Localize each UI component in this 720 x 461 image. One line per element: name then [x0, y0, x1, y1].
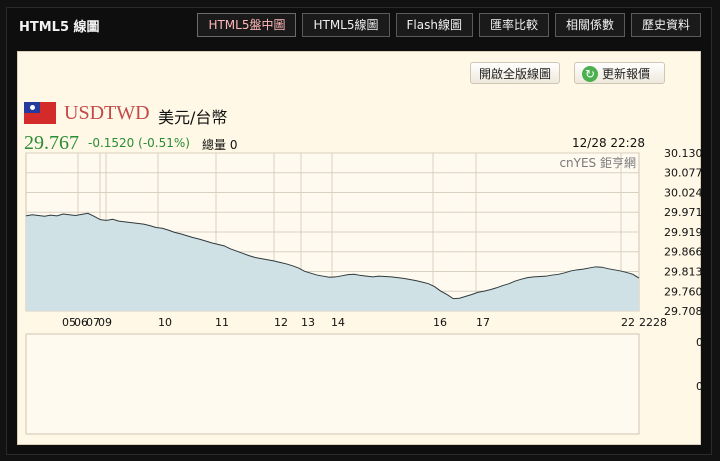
- y-tick-label: 30.1300: [664, 147, 702, 160]
- y-tick-label: 29.8135: [664, 266, 702, 279]
- tab-history[interactable]: 歷史資料: [630, 13, 701, 37]
- x-tick-label: 22: [621, 316, 635, 329]
- volume-axis-zero-bottom: 0: [696, 380, 702, 393]
- volume-chart-area: [25, 333, 640, 435]
- y-tick-label: 30.0773: [664, 167, 702, 180]
- app-title: HTML5 線圖: [19, 20, 100, 35]
- y-axis-ticks: 30.1300 30.0773 30.0245 29.9718 29.9190 29.86…: [664, 147, 702, 318]
- y-tick-label: 29.7607: [664, 285, 702, 298]
- x-axis-ticks: 05060709 10 11 12 13 14 16 17 22 2228: [62, 316, 667, 329]
- y-tick-label: 29.9718: [664, 206, 702, 219]
- tab-correlation[interactable]: 相關係數: [554, 13, 625, 37]
- y-tick-label: 30.0245: [664, 187, 702, 200]
- x-tick-label: 14: [331, 316, 345, 329]
- chart-tabs: HTML5盤中圖 HTML5線圖 Flash線圖 匯率比較 相關係數 歷史資料: [197, 13, 701, 37]
- y-tick-label: 29.8663: [664, 246, 702, 259]
- x-tick-label: 17: [476, 316, 490, 329]
- top-bar: HTML5 線圖 HTML5盤中圖 HTML5線圖 Flash線圖 匯率比較 相…: [7, 8, 711, 42]
- x-tick-label: 2228: [639, 316, 667, 329]
- tab-html5-chart[interactable]: HTML5線圖: [302, 13, 390, 37]
- volume-axis-zero-top: 0: [696, 336, 702, 349]
- tab-flash-chart[interactable]: Flash線圖: [395, 13, 473, 37]
- x-tick-label: 16: [433, 316, 447, 329]
- x-tick-label: 13: [301, 316, 315, 329]
- y-tick-label: 29.9190: [664, 226, 702, 239]
- quote-panel: 開啟全版線圖 ↻ 更新報價 USDTWD 美元/台幣 29.767 -0.152…: [17, 51, 702, 445]
- app-frame: HTML5 線圖 HTML5盤中圖 HTML5線圖 Flash線圖 匯率比較 相…: [6, 7, 712, 455]
- x-tick-label: 11: [215, 316, 229, 329]
- x-tick-label: 12: [274, 316, 288, 329]
- tab-html5-intraday[interactable]: HTML5盤中圖: [197, 13, 297, 37]
- price-chart: 30.1300 30.0773 30.0245 29.9718 29.9190 29.86…: [25, 147, 702, 435]
- y-tick-label: 29.7080: [664, 305, 702, 318]
- x-tick-label: 09: [98, 316, 112, 329]
- x-tick-label: 10: [158, 316, 172, 329]
- tab-fx-compare[interactable]: 匯率比較: [478, 13, 549, 37]
- watermark: cnYES 鉅亨網: [559, 155, 636, 170]
